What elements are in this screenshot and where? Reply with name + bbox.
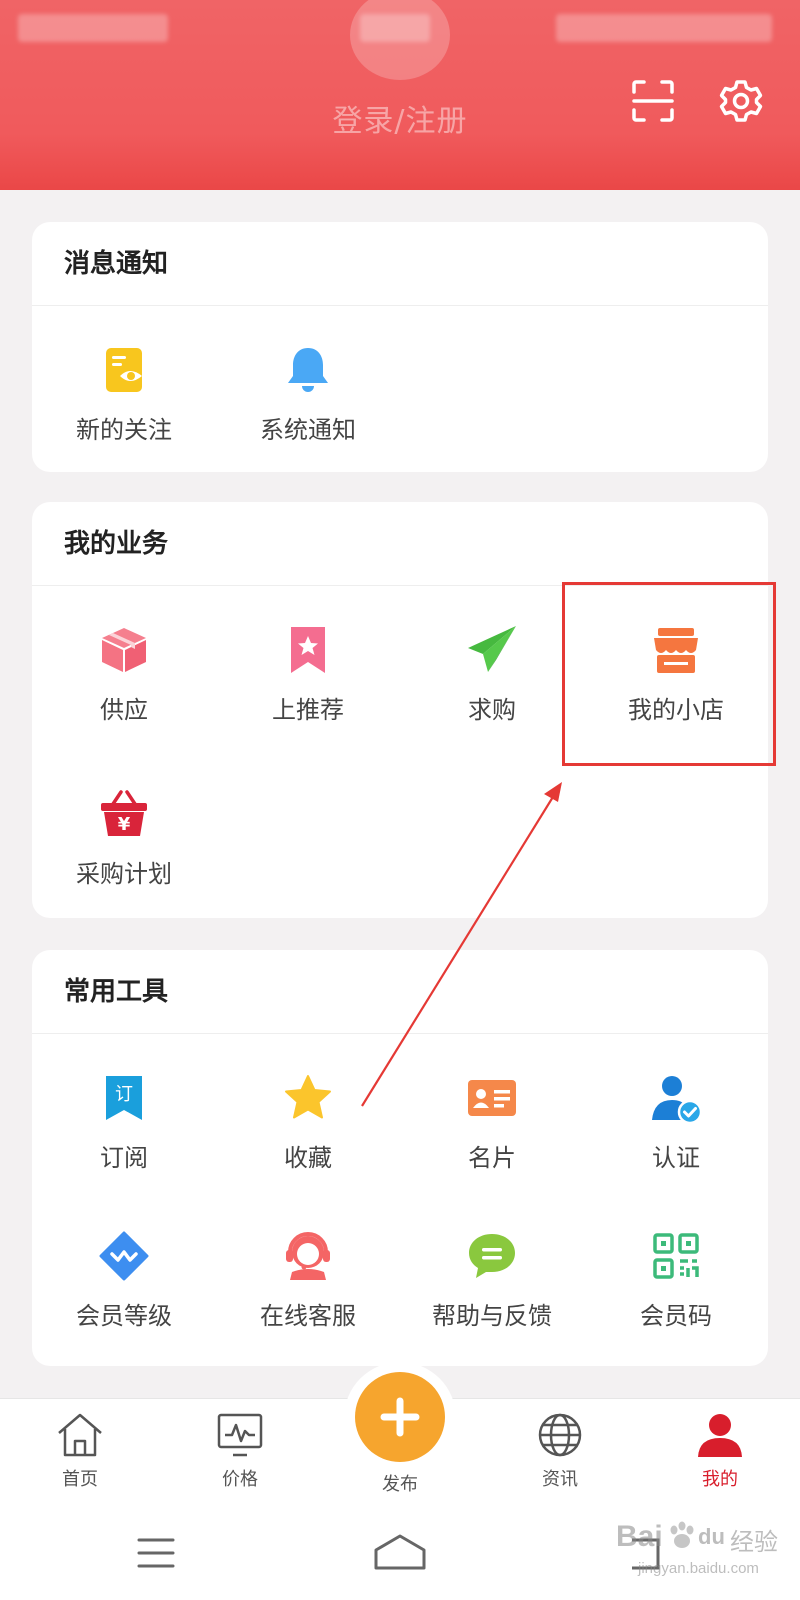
grid-item-purchase-request[interactable]: 求购 [400,624,584,725]
business-title: 我的业务 [32,502,768,586]
grid-item-online-service[interactable]: 在线客服 [216,1230,400,1331]
scan-button[interactable] [630,78,676,124]
user-icon [698,1414,742,1457]
svg-text:¥: ¥ [118,814,131,835]
grid-item-business-card[interactable]: 名片 [400,1072,584,1173]
grid-item-help-feedback[interactable]: 帮助与反馈 [400,1230,584,1331]
grid-item-label: 新的关注 [76,416,172,444]
avatar[interactable] [350,0,450,80]
chat-bubble-icon [469,1234,515,1278]
plus-icon [380,1397,420,1437]
qr-code-icon [653,1233,699,1279]
grid-item-favorites[interactable]: 收藏 [216,1072,400,1173]
watermark-cn: 经验 [730,1529,778,1556]
baidu-jingyan-watermark: Bai du 经验 jingyan.baidu.com [616,1518,796,1588]
grid-item-label: 系统通知 [260,416,356,444]
grid-item-purchase-plan[interactable]: ¥ 采购计划 [32,788,216,889]
grid-item-label: 认证 [652,1144,700,1172]
eye-document-icon [106,348,142,392]
publish-label: 发布 [382,1474,418,1495]
tools-title: 常用工具 [32,950,768,1034]
grid-item-label: 名片 [468,1144,516,1172]
grid-item-subscribe[interactable]: 订 订阅 [32,1072,216,1173]
settings-button[interactable] [718,78,764,124]
nav-label: 首页 [62,1469,98,1490]
grid-item-recommend[interactable]: 上推荐 [216,624,400,725]
profile-header: 登录/注册 [0,0,800,190]
nav-label: 价格 [222,1469,258,1490]
star-icon [285,1075,331,1119]
notifications-title: 消息通知 [32,222,768,306]
grid-item-label: 会员码 [640,1302,712,1330]
headset-icon [286,1232,330,1280]
bell-icon [288,348,328,392]
home-icon [58,1413,102,1457]
grid-item-label: 帮助与反馈 [432,1302,552,1330]
subscribe-bookmark-icon: 订 [106,1076,142,1120]
grid-item-label: 供应 [100,696,148,724]
verified-user-icon [652,1076,702,1124]
subscribe-glyph: 订 [115,1084,133,1105]
globe-icon [538,1413,582,1457]
scan-icon [632,80,674,122]
status-bar-right-blurred [556,14,772,42]
price-chart-icon [217,1413,263,1457]
grid-item-new-follows[interactable]: 新的关注 [32,344,216,445]
paper-plane-icon [468,626,516,672]
business-card-icon [468,1080,516,1116]
status-bar-left-blurred [18,14,168,42]
grid-item-label: 上推荐 [272,696,344,724]
grid-item-label: 求购 [468,696,516,724]
nav-item-news[interactable]: 资讯 [500,1411,620,1491]
grid-item-label: 采购计划 [76,860,172,888]
basket-yen-icon: ¥ [101,790,147,836]
nav-item-price[interactable]: 价格 [180,1411,300,1491]
gear-icon [719,80,763,122]
login-register-link[interactable]: 登录/注册 [300,96,500,140]
bookmark-star-icon [291,627,325,673]
nav-item-home[interactable]: 首页 [20,1411,140,1491]
nav-label: 我的 [702,1469,738,1490]
grid-item-member-code[interactable]: 会员码 [584,1230,768,1331]
highlight-box [562,582,776,766]
grid-item-supply[interactable]: 供应 [32,624,216,725]
nav-item-mine[interactable]: 我的 [660,1411,780,1491]
notifications-card: 消息通知 新的关注 系统通知 [32,222,768,472]
grid-item-label: 收藏 [284,1144,332,1172]
tools-card: 常用工具 订 订阅 收藏 名片 认证 会员等级 在线客服 帮助与反馈 会员码 [32,950,768,1366]
grid-item-label: 会员等级 [76,1302,172,1330]
watermark-brand: Bai [616,1520,663,1553]
nav-label: 资讯 [542,1469,578,1490]
grid-item-member-level[interactable]: 会员等级 [32,1230,216,1331]
grid-item-verification[interactable]: 认证 [584,1072,768,1173]
watermark-brand-du: du [698,1524,725,1549]
publish-button[interactable] [355,1372,445,1462]
grid-item-system-notice[interactable]: 系统通知 [216,344,400,445]
watermark-url: jingyan.baidu.com [638,1560,759,1577]
menu-icon[interactable] [136,1536,176,1570]
diamond-icon [99,1231,149,1281]
paw-icon [670,1521,694,1548]
grid-item-label: 在线客服 [260,1302,356,1330]
box-icon [102,628,146,672]
grid-item-label: 订阅 [100,1144,148,1172]
system-home-icon[interactable] [372,1532,428,1572]
